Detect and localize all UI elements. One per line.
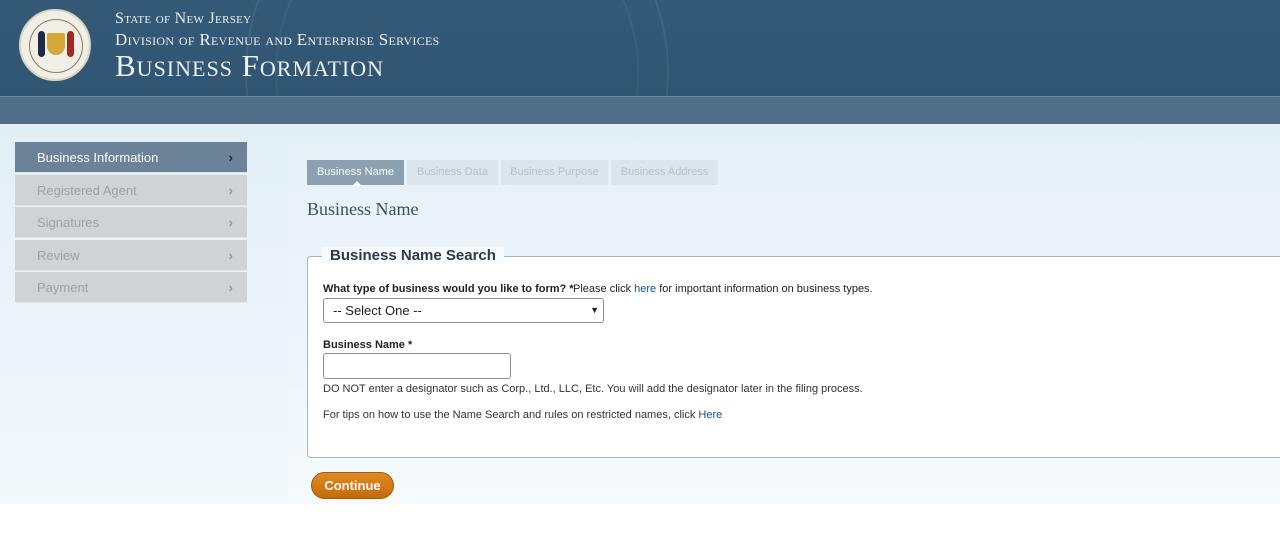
info-prefix: Please click: [573, 283, 632, 295]
tab-business-address[interactable]: Business Address: [611, 160, 718, 185]
designator-note: DO NOT enter a designator such as Corp.,…: [323, 383, 863, 395]
chevron-right-icon: ›: [228, 247, 233, 263]
sidebar-item-label: Registered Agent: [37, 182, 137, 198]
chevron-right-icon: ›: [228, 215, 233, 230]
fieldset-legend: Business Name Search: [322, 247, 504, 264]
sidebar-item-label: Payment: [37, 280, 89, 295]
info-suffix: for important information on business ty…: [659, 283, 873, 295]
sidebar-item-signatures[interactable]: Signatures ›: [15, 207, 247, 238]
sidebar: Business Information › Registered Agent …: [15, 142, 247, 305]
main-content: Business Name Business Data Business Pur…: [288, 140, 1280, 504]
continue-button[interactable]: Continue: [311, 472, 394, 499]
sidebar-item-label: Review: [37, 247, 80, 263]
tips-prefix: For tips on how to use the Name Search a…: [323, 409, 696, 421]
chevron-right-icon: ›: [228, 150, 233, 165]
name-search-fieldset: Business Name Search What type of busine…: [307, 247, 1280, 458]
tab-business-purpose[interactable]: Business Purpose: [501, 160, 608, 185]
business-types-link[interactable]: here: [634, 283, 656, 295]
business-type-select[interactable]: -- Select One -- ▼: [323, 298, 604, 323]
chevron-right-icon: ›: [228, 280, 233, 295]
business-type-info: Please click here for important informat…: [573, 283, 873, 295]
sidebar-item-review[interactable]: Review ›: [15, 239, 247, 271]
dropdown-arrow-icon: ▼: [590, 305, 599, 315]
business-name-label: Business Name *: [323, 339, 413, 351]
sidebar-item-label: Signatures: [37, 215, 100, 230]
select-value: -- Select One --: [333, 303, 422, 318]
tab-business-name[interactable]: Business Name: [307, 160, 404, 186]
page-title: Business Name: [307, 199, 419, 219]
sidebar-item-payment[interactable]: Payment ›: [15, 272, 247, 303]
sidebar-item-registered-agent[interactable]: Registered Agent ›: [15, 174, 247, 206]
tips-link[interactable]: Here: [698, 409, 722, 421]
sidebar-item-label: Business Information: [37, 150, 159, 165]
chevron-right-icon: ›: [228, 182, 233, 198]
nav-bar: [0, 96, 1280, 125]
site-header: State of New Jersey Division of Revenue …: [0, 0, 1280, 96]
business-type-label: What type of business would you like to …: [323, 283, 574, 295]
header-title: Business Formation: [115, 48, 385, 83]
nj-state-seal-icon: [19, 9, 91, 81]
header-state: State of New Jersey: [115, 10, 252, 27]
header-division: Division of Revenue and Enterprise Servi…: [115, 30, 440, 49]
tab-business-data[interactable]: Business Data: [407, 160, 498, 185]
business-name-input[interactable]: [323, 353, 511, 379]
sidebar-item-business-information[interactable]: Business Information ›: [15, 142, 247, 173]
tips-note: For tips on how to use the Name Search a…: [323, 409, 722, 421]
